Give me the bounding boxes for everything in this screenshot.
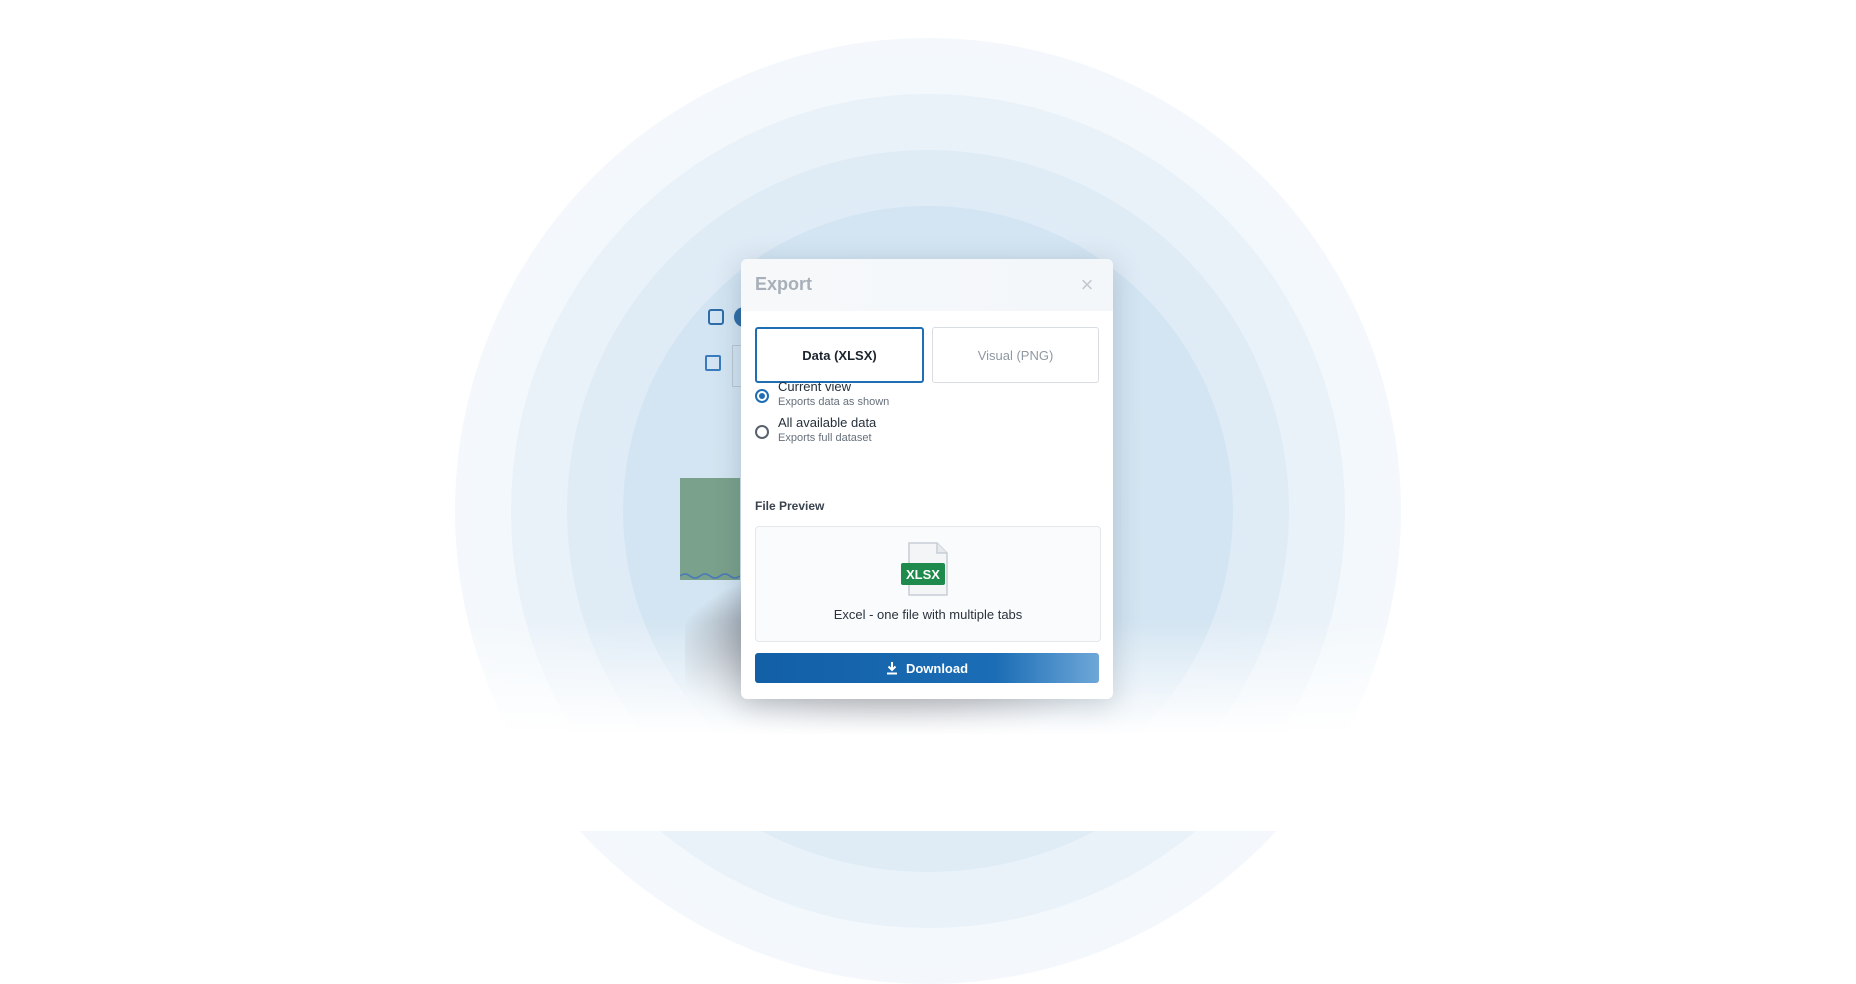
option-label: Current view — [778, 379, 851, 394]
file-badge-text: XLSX — [906, 567, 940, 582]
export-modal: Export × Data (XLSX) Visual (PNG) Curren… — [741, 259, 1113, 699]
file-preview-box: XLSX Excel - one file with multiple tabs — [755, 526, 1101, 642]
option-text: All available data Exports full dataset — [778, 415, 876, 446]
download-label: Download — [905, 660, 969, 676]
tab-data-xlsx[interactable]: Data (XLSX) — [755, 327, 924, 383]
option-description: Exports full dataset — [778, 432, 872, 444]
close-icon[interactable]: × — [1077, 274, 1097, 296]
option-all-data[interactable]: All available data Exports full dataset — [755, 415, 876, 446]
download-icon — [886, 662, 897, 675]
background-chart-area — [680, 478, 740, 580]
modal-header: Export × — [741, 259, 1113, 311]
tab-visual-png[interactable]: Visual (PNG) — [932, 327, 1099, 383]
xlsx-file-icon: XLSX — [901, 542, 948, 596]
radio-current-view[interactable] — [755, 389, 769, 403]
export-format-tabs: Data (XLSX) Visual (PNG) — [755, 327, 1099, 383]
option-current-view[interactable]: Current view Exports data as shown — [755, 379, 889, 410]
modal-title: Export — [755, 274, 813, 294]
calendar-icon — [708, 309, 724, 325]
file-preview-caption: Excel - one file with multiple tabs — [833, 607, 1023, 622]
option-text: Current view Exports data as shown — [778, 379, 889, 410]
checkbox-icon — [705, 355, 721, 371]
file-preview-heading: File Preview — [755, 499, 825, 513]
radio-all-data[interactable] — [755, 425, 769, 439]
download-button[interactable]: Download — [755, 653, 1099, 683]
option-description: Exports data as shown — [778, 396, 890, 408]
option-label: All available data — [778, 415, 877, 430]
background-chart-line — [680, 573, 740, 579]
